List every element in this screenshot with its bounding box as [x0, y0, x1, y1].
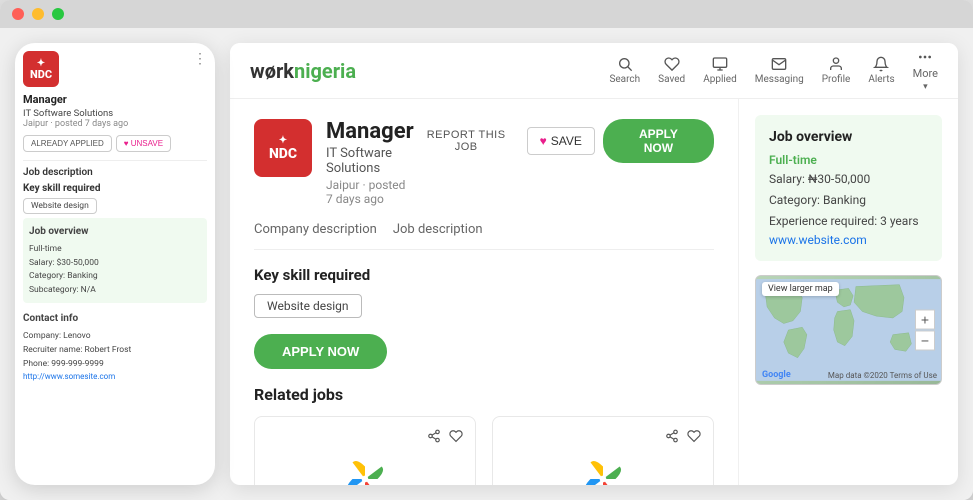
- logo: wørknigeria: [250, 59, 356, 83]
- nav-profile[interactable]: Profile: [822, 56, 851, 85]
- job-main: ✦ NDC Manager IT Software Solutions Jaip…: [230, 99, 738, 485]
- key-skill-title: Key skill required: [254, 266, 714, 284]
- job-title: Manager: [326, 119, 414, 144]
- phone-contact-recruiter: Recruiter name: Robert Frost: [23, 344, 207, 358]
- phone-mockup: ✦ NDC ⋮ Manager IT Software Solutions Ja…: [15, 43, 215, 485]
- phone-job-description-link[interactable]: Job description: [23, 167, 207, 178]
- company-abbr: NDC: [269, 146, 297, 162]
- map-footer: Map data ©2020 Terms of Use: [828, 371, 937, 380]
- phone-actions: ALREADY APPLIED ♥ UNSAVE: [23, 135, 207, 152]
- report-job-button[interactable]: REPORT THIS JOB: [414, 129, 519, 153]
- mac-minimize-button[interactable]: [32, 8, 44, 20]
- nav-applied[interactable]: Applied: [703, 56, 737, 85]
- map-google-logo: Google: [762, 370, 791, 380]
- related-jobs-title: Related jobs: [254, 385, 714, 404]
- content-area: ✦ NDC ⋮ Manager IT Software Solutions Ja…: [0, 28, 973, 500]
- card-logo-area-2: [505, 454, 701, 485]
- job-meta: Jaipur · posted 7 days ago: [326, 178, 414, 206]
- nav-saved[interactable]: Saved: [658, 56, 685, 85]
- overview-box: Job overview Full-time Salary: ₦30-50,00…: [755, 115, 942, 261]
- phone-location: Jaipur · posted 7 days ago: [23, 119, 207, 129]
- card-top-1: [267, 429, 463, 446]
- phone-contact-link[interactable]: http://www.somesite.com: [23, 371, 207, 384]
- section-links: Company description Job description: [254, 222, 714, 250]
- company-description-link[interactable]: Company description: [254, 222, 377, 241]
- mac-close-button[interactable]: [12, 8, 24, 20]
- job-actions: REPORT THIS JOB ♥ SAVE APPLY NOW: [414, 119, 714, 163]
- phone-overview-box: Job overview Full-time Salary: $30-50,00…: [23, 218, 207, 303]
- related-jobs-list: Senior frontend web developer WorkNigeri…: [254, 416, 714, 485]
- map-area: View larger map + − Google Map data ©202…: [755, 275, 942, 385]
- overview-title: Job overview: [769, 129, 928, 145]
- phone-company-logo: ✦ NDC: [23, 51, 59, 87]
- save-icon-2[interactable]: [687, 429, 701, 446]
- phone-overview-title: Job overview: [29, 224, 201, 240]
- phone-key-skill-title: Key skill required: [23, 183, 207, 194]
- related-job-card-2[interactable]: Senior frontend web developer WorkNigeri…: [492, 416, 714, 485]
- phone-overview-subcategory: Subcategory: N/A: [29, 284, 201, 298]
- share-icon-2[interactable]: [665, 429, 679, 446]
- card-logo-area-1: [267, 454, 463, 485]
- job-sidebar: Job overview Full-time Salary: ₦30-50,00…: [738, 99, 958, 485]
- phone-company: IT Software Solutions: [23, 108, 207, 119]
- phone-contact-phone: Phone: 999-999-9999: [23, 358, 207, 372]
- overview-experience: Experience required: 3 years: [769, 213, 928, 230]
- job-company: IT Software Solutions: [326, 146, 414, 176]
- nav-more[interactable]: More ▾: [913, 49, 938, 92]
- phone-overview-type: Full-time: [29, 243, 201, 257]
- skill-tag: Website design: [254, 294, 362, 318]
- phone-header: ✦ NDC ⋮: [23, 51, 207, 87]
- nav-messaging[interactable]: Messaging: [755, 56, 804, 85]
- phone-contact-box: Contact info Company: Lenovo Recruiter n…: [23, 311, 207, 384]
- mac-maximize-button[interactable]: [52, 8, 64, 20]
- job-location: Jaipur: [326, 178, 360, 192]
- nav-items: Search Saved Applied Messaging: [609, 49, 938, 92]
- job-content: ✦ NDC Manager IT Software Solutions Jaip…: [230, 99, 958, 485]
- card-top-2: [505, 429, 701, 446]
- phone-contact-title: Contact info: [23, 311, 207, 327]
- save-job-button[interactable]: ♥ SAVE: [527, 127, 595, 155]
- overview-category: Category: Banking: [769, 192, 928, 209]
- nav-search[interactable]: Search: [609, 56, 640, 85]
- overview-website[interactable]: www.website.com: [769, 233, 928, 247]
- phone-overview-salary: Salary: $30-50,000: [29, 257, 201, 271]
- apply-now-button-header[interactable]: APPLY NOW: [603, 119, 714, 163]
- mac-titlebar: [0, 0, 973, 28]
- save-icon-1[interactable]: [449, 429, 463, 446]
- job-description-link[interactable]: Job description: [393, 222, 483, 241]
- overview-salary: Salary: ₦30-50,000: [769, 171, 928, 188]
- apply-now-button-main[interactable]: APPLY NOW: [254, 334, 387, 369]
- phone-overview-category: Category: Banking: [29, 270, 201, 284]
- map-view-larger-label[interactable]: View larger map: [762, 282, 839, 296]
- share-icon-1[interactable]: [427, 429, 441, 446]
- nav-alerts[interactable]: Alerts: [868, 56, 894, 85]
- job-title-area: Manager IT Software Solutions Jaipur · p…: [326, 119, 414, 206]
- mac-window: ✦ NDC ⋮ Manager IT Software Solutions Ja…: [0, 0, 973, 500]
- phone-job-title: Manager: [23, 93, 207, 106]
- phone-skill-chip: Website design: [23, 198, 97, 214]
- related-job-card-1[interactable]: Senior frontend web developer WorkNigeri…: [254, 416, 476, 485]
- job-header: ✦ NDC Manager IT Software Solutions Jaip…: [254, 119, 714, 206]
- phone-menu-dots[interactable]: ⋮: [193, 51, 207, 67]
- phone-unsave-button[interactable]: ♥ UNSAVE: [116, 135, 171, 152]
- browser-panel: wørknigeria Search Saved Applied: [230, 43, 958, 485]
- map-zoom-out-button[interactable]: −: [915, 331, 935, 351]
- overview-type: Full-time: [769, 153, 928, 167]
- map-zoom-in-button[interactable]: +: [915, 310, 935, 330]
- phone-already-applied-button[interactable]: ALREADY APPLIED: [23, 135, 112, 152]
- phone-contact-company: Company: Lenovo: [23, 330, 207, 344]
- company-logo: ✦ NDC: [254, 119, 312, 177]
- heart-icon: ♥: [540, 134, 547, 148]
- navbar: wørknigeria Search Saved Applied: [230, 43, 958, 99]
- map-zoom-buttons: + −: [915, 310, 935, 351]
